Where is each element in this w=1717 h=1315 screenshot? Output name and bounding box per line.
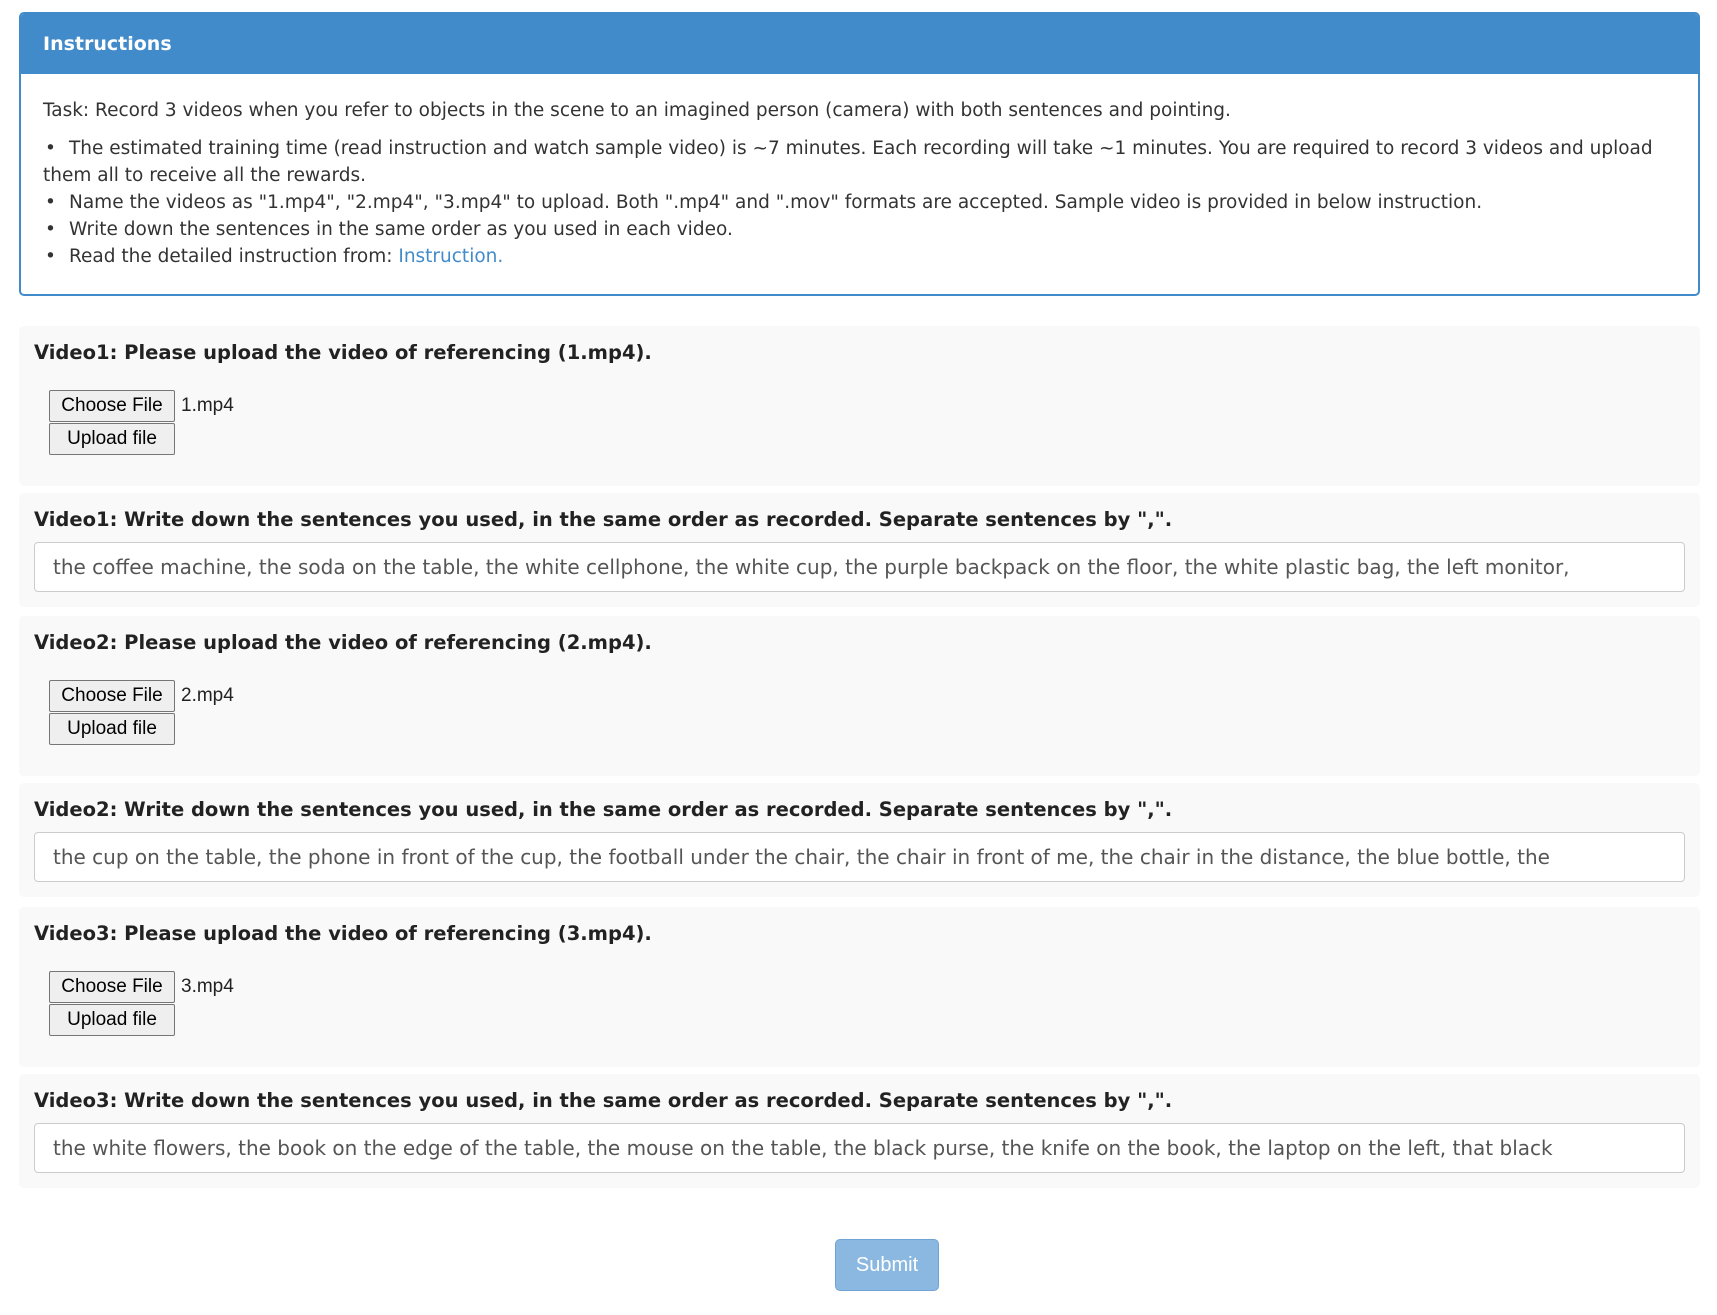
video1-upload-button[interactable]: Upload file <box>49 423 175 455</box>
video1-sentences-label: Video1: Write down the sentences you use… <box>34 508 1173 531</box>
instruction-link[interactable]: Instruction. <box>398 246 503 267</box>
instructions-title: Instructions <box>21 14 1698 74</box>
video3-sentences-input[interactable]: the white flowers, the book on the edge … <box>34 1123 1685 1173</box>
task-text: Task: Record 3 videos when you refer to … <box>43 100 1231 121</box>
video3-sentences-section: Video3: Write down the sentences you use… <box>19 1074 1700 1188</box>
video3-sentences-label: Video3: Write down the sentences you use… <box>34 1089 1173 1112</box>
video2-choose-file-button[interactable]: Choose File <box>49 680 175 712</box>
video3-file-picker: Choose File 3.mp4 <box>49 971 234 1003</box>
instruction-bullet-read-more: Read the detailed instruction from: Inst… <box>43 243 1676 270</box>
instructions-list: The estimated training time (read instru… <box>43 135 1676 270</box>
video2-sentences-input[interactable]: the cup on the table, the phone in front… <box>34 832 1685 882</box>
video3-upload-section: Video3: Please upload the video of refer… <box>19 907 1700 1067</box>
read-more-text: Read the detailed instruction from: <box>69 246 399 267</box>
video1-file-picker: Choose File 1.mp4 <box>49 390 234 422</box>
video2-upload-button[interactable]: Upload file <box>49 713 175 745</box>
video1-file-name: 1.mp4 <box>181 395 234 416</box>
video3-choose-file-button[interactable]: Choose File <box>49 971 175 1003</box>
video1-upload-section: Video1: Please upload the video of refer… <box>19 326 1700 486</box>
video1-sentences-section: Video1: Write down the sentences you use… <box>19 493 1700 607</box>
video2-file-picker: Choose File 2.mp4 <box>49 680 234 712</box>
instruction-bullet: Write down the sentences in the same ord… <box>43 216 1676 243</box>
instructions-body: Task: Record 3 videos when you refer to … <box>21 74 1698 270</box>
video3-upload-label: Video3: Please upload the video of refer… <box>34 922 652 945</box>
video2-upload-section: Video2: Please upload the video of refer… <box>19 616 1700 776</box>
instruction-bullet: Name the videos as "1.mp4", "2.mp4", "3.… <box>43 189 1676 216</box>
video1-upload-label: Video1: Please upload the video of refer… <box>34 341 652 364</box>
video2-file-name: 2.mp4 <box>181 685 234 706</box>
video1-sentences-input[interactable]: the coffee machine, the soda on the tabl… <box>34 542 1685 592</box>
video1-choose-file-button[interactable]: Choose File <box>49 390 175 422</box>
video3-upload-button[interactable]: Upload file <box>49 1004 175 1036</box>
instruction-bullet: The estimated training time (read instru… <box>43 135 1676 189</box>
video2-upload-label: Video2: Please upload the video of refer… <box>34 631 652 654</box>
video3-file-name: 3.mp4 <box>181 976 234 997</box>
video2-sentences-section: Video2: Write down the sentences you use… <box>19 783 1700 897</box>
video2-sentences-label: Video2: Write down the sentences you use… <box>34 798 1173 821</box>
submit-button[interactable]: Submit <box>835 1239 939 1291</box>
instructions-panel: Instructions Task: Record 3 videos when … <box>19 12 1700 296</box>
